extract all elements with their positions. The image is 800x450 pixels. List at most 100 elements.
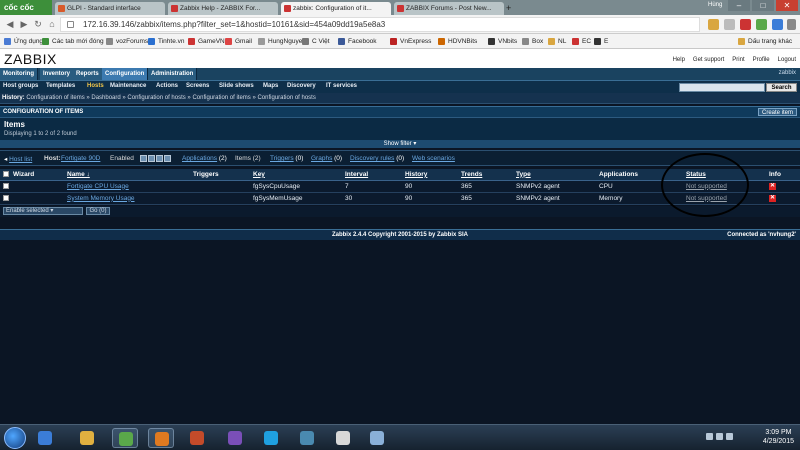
tab-zabbix-help[interactable]: Zabbix Help - ZABBIX For...	[168, 2, 278, 15]
bookmark-item[interactable]: GameVN	[188, 36, 225, 47]
star-icon[interactable]	[708, 19, 719, 30]
coccoc-browser-icon[interactable]	[112, 428, 138, 448]
bookmark-item[interactable]: Box	[522, 36, 543, 47]
maximize-icon[interactable]: □	[752, 0, 774, 11]
submenu-maintenance[interactable]: Maintenance	[110, 83, 146, 89]
forward-icon[interactable]: ▶	[18, 18, 30, 30]
submenu-hosts[interactable]: Hosts	[87, 83, 104, 89]
discovery-rules-link[interactable]: Discovery rules (0)	[350, 155, 404, 162]
row-checkbox[interactable]	[0, 192, 10, 205]
bookmark-item[interactable]: Dấu trang khác	[738, 36, 792, 47]
page-info-icon[interactable]	[67, 21, 74, 28]
create-item-button[interactable]: Create item	[757, 108, 797, 116]
submenu-actions[interactable]: Actions	[156, 83, 178, 89]
clock[interactable]: 3:09 PM 4/29/2015	[763, 428, 794, 446]
file-manager-icon[interactable]	[74, 428, 100, 448]
notepad-icon[interactable]	[330, 428, 356, 448]
web-scenarios-link[interactable]: Web scenarios	[412, 155, 455, 162]
home-icon[interactable]: ⌂	[46, 18, 58, 30]
close-icon[interactable]: ✕	[776, 0, 798, 11]
back-icon[interactable]: ◀	[4, 18, 16, 30]
office-icon[interactable]	[148, 428, 174, 448]
col-key[interactable]: Key	[250, 169, 342, 181]
bookmark-item[interactable]: Gmail	[225, 36, 252, 47]
tab-glpi[interactable]: GLPI - Standard interface	[55, 2, 165, 15]
host-status[interactable]: Enabled	[110, 155, 134, 162]
graphs-link[interactable]: Graphs (0)	[311, 155, 342, 162]
print-link[interactable]: Print	[732, 57, 744, 63]
menu-reports[interactable]: Reports	[73, 68, 103, 80]
search-button[interactable]: Search	[766, 83, 797, 92]
reload-icon[interactable]: ↻	[32, 18, 44, 30]
bookmark-item[interactable]: HDVNBits	[438, 36, 477, 47]
select-all-checkbox[interactable]	[0, 169, 10, 181]
search-input[interactable]	[679, 83, 765, 92]
submenu-screens[interactable]: Screens	[186, 83, 209, 89]
row-checkbox[interactable]	[0, 180, 10, 193]
col-history[interactable]: History	[402, 169, 458, 181]
profile-link[interactable]: Profile	[753, 57, 770, 63]
history-links[interactable]: Configuration of items » Dashboard » Con…	[26, 95, 316, 101]
powerpoint-icon[interactable]	[184, 428, 210, 448]
network-tray-icon[interactable]	[716, 433, 723, 440]
applications-link[interactable]: Applications (2)	[182, 155, 227, 162]
bookmark-item[interactable]: Facebook	[338, 36, 377, 47]
menu-administration[interactable]: Administration	[148, 68, 198, 80]
host-list-link[interactable]: ◂ Host list	[4, 155, 32, 163]
show-filter-toggle[interactable]: Show filter ▾	[0, 140, 800, 148]
tray-arrow-icon[interactable]	[706, 433, 713, 440]
url-input[interactable]: 172.16.39.146/zabbix/items.php?filter_se…	[60, 17, 700, 32]
submenu-maps[interactable]: Maps	[263, 83, 278, 89]
menu-icon[interactable]	[787, 19, 796, 30]
extension-icon[interactable]	[756, 19, 767, 30]
bookmark-item[interactable]: HungNguyen	[258, 36, 306, 47]
error-icon[interactable]: ✕	[769, 183, 776, 190]
bookmark-item[interactable]: Các tab mới đóng	[42, 36, 104, 47]
start-button-icon[interactable]	[4, 427, 26, 449]
bookmark-item[interactable]: NL	[548, 36, 566, 47]
col-interval[interactable]: Interval	[342, 169, 402, 181]
paint-icon[interactable]	[364, 428, 390, 448]
menu-monitoring[interactable]: Monitoring	[0, 68, 38, 80]
logout-link[interactable]: Logout	[778, 57, 796, 63]
viber-icon[interactable]	[222, 428, 248, 448]
col-name[interactable]: Name ↓	[64, 169, 190, 181]
zabbix-logo[interactable]: ZABBIX	[4, 51, 57, 67]
col-type[interactable]: Type	[513, 169, 596, 181]
bookmark-item[interactable]: Ứng dụng	[4, 36, 43, 47]
bookmark-item[interactable]: VnExpress	[390, 36, 431, 47]
volume-icon[interactable]	[726, 433, 733, 440]
browser-brand-logo[interactable]: cốc cốc	[0, 0, 52, 15]
new-tab-icon[interactable]: +	[506, 3, 511, 13]
network-icon[interactable]	[294, 428, 320, 448]
menu-inventory[interactable]: Inventory	[40, 68, 75, 80]
bookmark-item[interactable]: EC	[572, 36, 591, 47]
windows-explorer-icon[interactable]	[32, 428, 58, 448]
minimize-icon[interactable]: –	[728, 0, 750, 11]
bookmark-item[interactable]: E	[594, 36, 608, 47]
bookmark-item[interactable]: VNbits	[488, 36, 517, 47]
submenu-it-services[interactable]: IT services	[326, 83, 357, 89]
go-button[interactable]: Go (0)	[86, 207, 110, 215]
host-name-link[interactable]: Fortigate 90D	[61, 155, 100, 162]
adblock-icon[interactable]	[740, 19, 751, 30]
bookmark-item[interactable]: Tinhte.vn	[148, 36, 185, 47]
item-name-link[interactable]: Fortigate CPU Usage	[67, 183, 129, 190]
error-icon[interactable]: ✕	[769, 195, 776, 202]
triggers-link[interactable]: Triggers (0)	[270, 155, 303, 162]
profile-chip[interactable]: Hùng	[708, 2, 722, 8]
submenu-slide-shows[interactable]: Slide shows	[219, 83, 254, 89]
tab-zabbix-config[interactable]: zabbix: Configuration of it...	[281, 2, 391, 15]
get-support-link[interactable]: Get support	[693, 57, 724, 63]
bookmark-item[interactable]: C Việt	[302, 36, 330, 47]
extension-icon[interactable]	[772, 19, 783, 30]
tab-zabbix-forums[interactable]: ZABBIX Forums - Post New...	[394, 2, 504, 15]
menu-configuration[interactable]: Configuration	[102, 68, 149, 80]
submenu-templates[interactable]: Templates	[46, 83, 75, 89]
skype-icon[interactable]	[258, 428, 284, 448]
col-trends[interactable]: Trends	[458, 169, 513, 181]
extension-icon[interactable]	[724, 19, 735, 30]
item-name-link[interactable]: System Memory Usage	[67, 195, 135, 202]
bookmark-item[interactable]: vozForums	[106, 36, 148, 47]
help-link[interactable]: Help	[673, 57, 685, 63]
